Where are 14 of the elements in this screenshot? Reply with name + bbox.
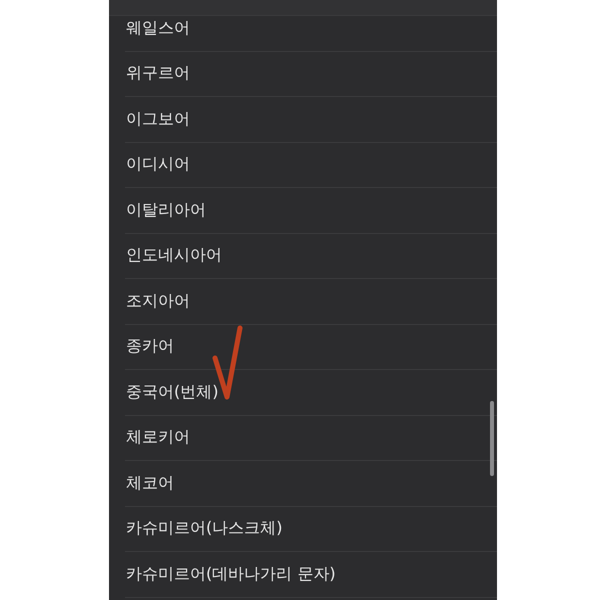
language-item[interactable]: 카슈미르어(나스크체) [125,518,282,540]
language-item[interactable]: 웨일스어 [125,18,190,39]
language-item[interactable]: 인도네시아어 [125,245,222,266]
language-item[interactable]: 조지아어 [125,290,190,312]
language-item[interactable]: 이디시어 [125,154,190,176]
language-item[interactable]: 종카어 [125,336,174,358]
language-item[interactable]: 체로키어 [125,427,190,448]
language-item[interactable]: 이탈리아어 [125,200,206,221]
language-item[interactable]: 위구르어 [125,63,190,84]
scrollbar[interactable] [490,401,494,476]
language-item[interactable]: 중국어(번체) [125,382,218,403]
language-item[interactable]: 카슈미르어(데바나가리 문자) [125,564,336,585]
language-item[interactable]: 이그보어 [125,108,190,130]
language-item[interactable]: 체코어 [125,472,174,494]
